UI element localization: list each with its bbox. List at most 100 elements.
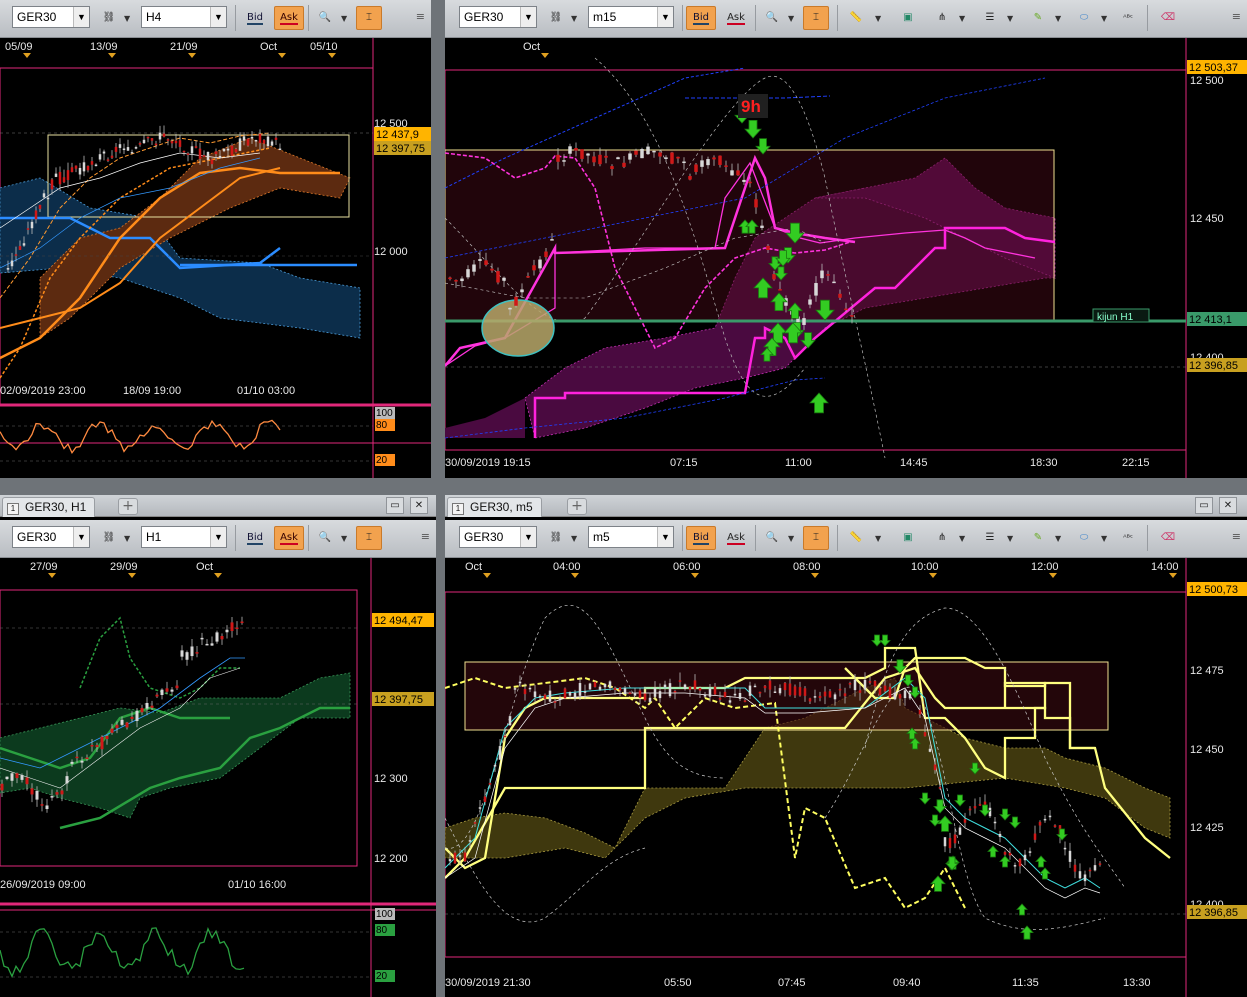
zoom-icon[interactable]: 🔍 [759,6,785,30]
link-chain-icon[interactable]: ⛓ [543,6,569,30]
ellipse-tool-icon[interactable]: ⬭ [1071,6,1097,30]
ask-button[interactable]: Ask [274,526,304,550]
pencil-icon[interactable]: ✎ [1025,6,1051,30]
chevron-down-icon[interactable]: ▼ [73,527,89,547]
sell-arrow-icon [879,634,891,647]
symbol-select[interactable]: GER30 ▼ [459,6,537,28]
bid-button[interactable]: Bid [686,6,716,30]
chevron-down-icon[interactable]: ▼ [210,527,226,547]
chevron-down-icon[interactable]: ▼ [124,14,130,23]
chevron-down-icon[interactable]: ▼ [1007,14,1013,23]
candle-body [150,705,154,708]
buy-arrow-icon [937,815,953,832]
add-tab-button[interactable]: + [118,498,138,515]
toolbar-grip-icon[interactable]: ≡ [416,10,425,23]
link-chain-icon[interactable]: ⛓ [96,6,122,30]
timeframe-select[interactable]: H4 ▼ [141,6,227,28]
fork-tool-icon[interactable]: ⋔ [929,6,955,30]
candle-body [748,685,752,696]
candle-body [703,694,707,697]
candle-body [518,681,522,684]
ask-button[interactable]: Ask [721,6,751,30]
timeframe-select[interactable]: H1 ▼ [141,526,227,548]
chevron-down-icon[interactable]: ▼ [571,534,577,543]
ruler-icon[interactable]: 📏 [843,526,869,550]
candle-body [78,167,82,175]
crosshair-tool-icon[interactable]: ⌶ [356,526,382,550]
tab-ger30-h1[interactable]: 1 GER30, H1 [2,497,96,517]
zoom-icon[interactable]: 🔍 [759,526,785,550]
candle-body [484,260,488,265]
chevron-down-icon[interactable]: ▼ [73,7,89,27]
zoom-icon[interactable]: 🔍 [312,6,338,30]
text-tool-icon[interactable]: ᴬᴮᶜ [1115,526,1141,550]
time-tick-top: 10:00 [911,561,939,573]
zoom-icon[interactable]: 🔍 [312,526,338,550]
toolbar-grip-icon[interactable]: ≡ [1232,530,1241,543]
toolbar-grip-icon[interactable]: ≡ [1232,10,1241,23]
candle-body [783,682,787,691]
chevron-down-icon[interactable]: ▼ [959,14,965,23]
chevron-down-icon[interactable]: ▼ [1101,534,1107,543]
close-window-button[interactable]: ✕ [410,497,428,514]
chart-pane-m15[interactable]: GER30 ▼ ⛓ ▼ m15 ▼ Bid Ask 🔍 ▼ ⌶ 📏 ▼ ▣ ⋔ ▼ ☰ ▼ ✎… [445,0,1247,478]
maximize-window-button[interactable]: ▭ [1195,497,1213,514]
timeframe-select[interactable]: m5 ▼ [588,526,674,548]
chevron-down-icon[interactable]: ▼ [341,14,347,23]
symbol-select[interactable]: GER30 ▼ [12,6,90,28]
eraser-icon[interactable]: ⌫ [1155,526,1181,550]
add-tab-button[interactable]: + [567,498,587,515]
chevron-down-icon[interactable]: ▼ [657,7,673,27]
symbol-select[interactable]: GER30 ▼ [12,526,90,548]
pencil-icon[interactable]: ✎ [1025,526,1051,550]
toolbar-grip-icon[interactable]: ≡ [421,530,430,543]
sell-arrow-icon [979,804,991,817]
lines-tool-icon[interactable]: ☰ [977,6,1003,30]
crosshair-tool-icon[interactable]: ⌶ [356,6,382,30]
crosshair-tool-icon[interactable]: ⌶ [803,526,829,550]
chevron-down-icon[interactable]: ▼ [571,14,577,23]
chevron-down-icon[interactable]: ▼ [341,534,347,543]
chevron-down-icon[interactable]: ▼ [788,534,794,543]
chevron-down-icon[interactable]: ▼ [875,14,881,23]
symbol-select[interactable]: GER30 ▼ [459,526,537,548]
chevron-down-icon[interactable]: ▼ [1055,534,1061,543]
chart-pane-m5[interactable]: 1 GER30, m5 + ▭ ✕ GER30 ▼ ⛓ ▼ m5 ▼ Bid Ask 🔍… [445,495,1247,997]
chevron-down-icon[interactable]: ▼ [959,534,965,543]
chevron-down-icon[interactable]: ▼ [124,534,130,543]
chevron-down-icon[interactable]: ▼ [520,527,536,547]
chevron-down-icon[interactable]: ▼ [875,534,881,543]
ruler-icon[interactable]: 📏 [843,6,869,30]
timeframe-select[interactable]: m15 ▼ [588,6,674,28]
chevron-down-icon[interactable]: ▼ [1007,534,1013,543]
picture-icon[interactable]: ▣ [895,6,921,30]
chart-pane-h4[interactable]: GER30 ▼ ⛓ ▼ H4 ▼ Bid Ask 🔍 ▼ ⌶ ≡ 05/09 13/09 2… [0,0,431,478]
eraser-icon[interactable]: ⌫ [1155,6,1181,30]
chart-pane-h1[interactable]: 1 GER30, H1 + ▭ ✕ GER30 ▼ ⛓ ▼ H1 ▼ Bid Ask 🔍… [0,495,436,997]
maximize-window-button[interactable]: ▭ [386,497,404,514]
chevron-down-icon[interactable]: ▼ [210,7,226,27]
chevron-down-icon[interactable]: ▼ [788,14,794,23]
ask-button[interactable]: Ask [274,6,304,30]
bid-button[interactable]: Bid [686,526,716,550]
link-chain-icon[interactable]: ⛓ [96,526,122,550]
crosshair-tool-icon[interactable]: ⌶ [803,6,829,30]
bid-button[interactable]: Bid [240,6,270,30]
candle-body [146,136,150,139]
chevron-down-icon[interactable]: ▼ [520,7,536,27]
candle-body [760,225,764,228]
tab-ger30-m5[interactable]: 1 GER30, m5 [447,497,542,517]
candle-body [670,152,674,164]
picture-icon[interactable]: ▣ [895,526,921,550]
bid-button[interactable]: Bid [240,526,270,550]
link-chain-icon[interactable]: ⛓ [543,526,569,550]
chevron-down-icon[interactable]: ▼ [1055,14,1061,23]
ask-button[interactable]: Ask [721,526,751,550]
fork-tool-icon[interactable]: ⋔ [929,526,955,550]
chevron-down-icon[interactable]: ▼ [657,527,673,547]
ellipse-tool-icon[interactable]: ⬭ [1071,526,1097,550]
chevron-down-icon[interactable]: ▼ [1101,14,1107,23]
close-window-button[interactable]: ✕ [1219,497,1237,514]
lines-tool-icon[interactable]: ☰ [977,526,1003,550]
text-tool-icon[interactable]: ᴬᴮᶜ [1115,6,1141,30]
